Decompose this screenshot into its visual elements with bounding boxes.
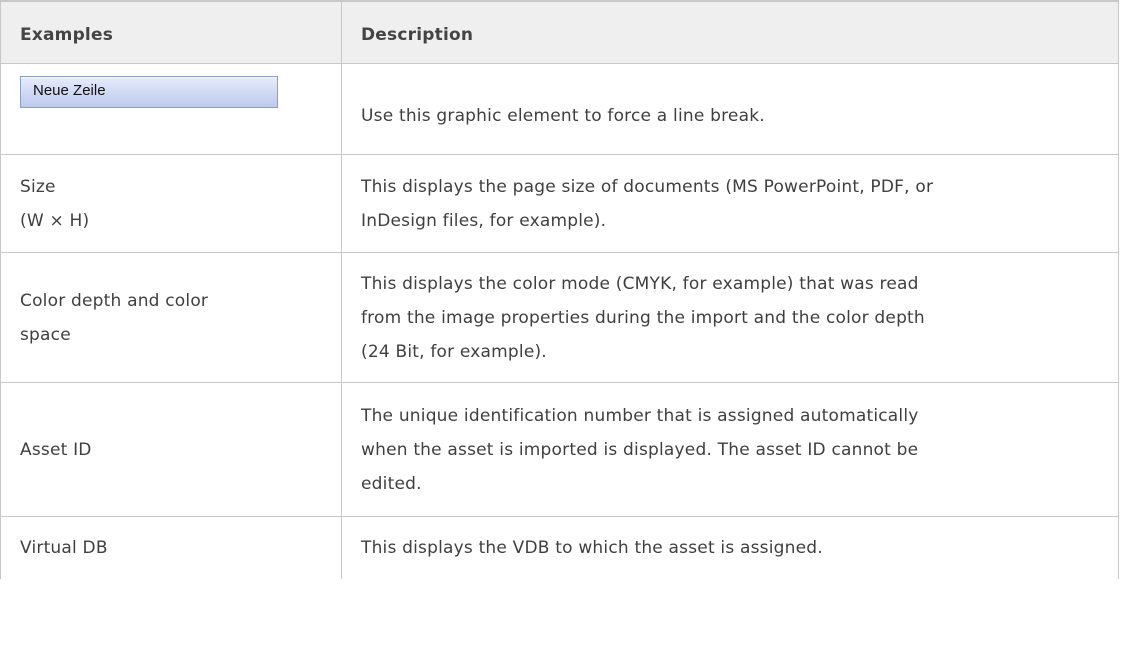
description-cell: This displays the page size of documents… [341,154,1119,253]
description-text-line: from the image properties during the imp… [361,307,925,328]
example-text-line: space [20,324,71,345]
table-row: Asset ID The unique identification numbe… [0,382,1119,517]
description-text-line: edited. [361,473,422,494]
column-header-description: Description [341,0,1119,64]
description-text-line: The unique identification number that is… [361,405,919,426]
example-text-line: Size [20,176,56,197]
description-text-line: This displays the page size of documents… [361,176,934,197]
description-cell: This displays the VDB to which the asset… [341,516,1119,579]
description-cell: Use this graphic element to force a line… [341,63,1119,155]
table-row: Virtual DB This displays the VDB to whic… [0,516,1119,579]
example-cell: Neue Zeile [0,63,342,155]
description-text-line: This displays the color mode (CMYK, for … [361,273,919,294]
description-cell: This displays the color mode (CMYK, for … [341,252,1119,383]
example-cell: Size (W × H) [0,154,342,253]
new-line-button[interactable]: Neue Zeile [20,76,278,108]
column-header-examples: Examples [0,0,342,64]
example-text-line: (W × H) [20,210,90,231]
description-cell: The unique identification number that is… [341,382,1119,517]
table-row: Color depth and color space This display… [0,252,1119,383]
table-header-row: Examples Description [0,0,1119,64]
example-cell: Color depth and color space [0,252,342,383]
example-cell: Asset ID [0,382,342,517]
example-cell: Virtual DB [0,516,342,579]
table-row: Neue Zeile Use this graphic element to f… [0,63,1119,155]
fields-table: Examples Description Neue Zeile Use this… [0,0,1119,579]
example-text-line: Color depth and color [20,290,209,311]
description-text-line: when the asset is imported is displayed.… [361,439,919,460]
description-text-line: InDesign files, for example). [361,210,607,231]
description-text-line: (24 Bit, for example). [361,341,547,362]
table-row: Size (W × H) This displays the page size… [0,154,1119,253]
